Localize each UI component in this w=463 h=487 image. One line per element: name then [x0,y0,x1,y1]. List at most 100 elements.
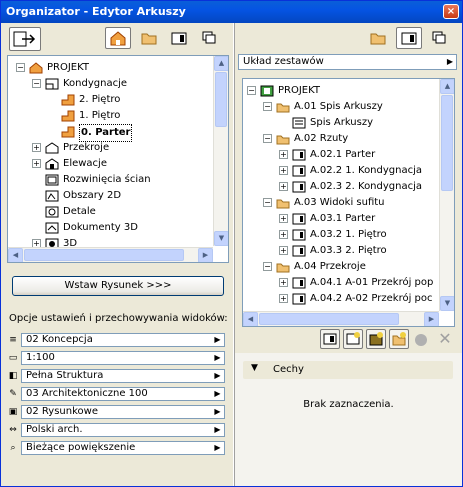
scroll-left-arrow[interactable]: ◀ [243,312,258,326]
tree-horizontal-scrollbar[interactable]: ◀ ▶ [8,247,213,262]
tree-item[interactable]: Detale [8,204,208,220]
tree-item[interactable]: Obszary 2D [8,188,208,204]
layout-tree-item[interactable]: + A.02.3 2. Kondygnacja [243,179,439,195]
view-map-tab[interactable] [136,27,162,49]
tree-item-label: 1. Piętro [79,110,121,121]
right-publisher-tab[interactable] [426,27,452,49]
collapse-icon[interactable]: − [16,63,25,72]
scroll-up-arrow[interactable]: ▲ [214,56,228,71]
view-option-value: Pełna Struktura [26,370,104,381]
folder-icon [276,101,290,113]
collapse-icon[interactable]: − [263,134,272,143]
scroll-down-arrow[interactable]: ▼ [440,296,454,311]
expand-icon[interactable]: + [32,143,41,152]
layout-tree-horizontal-scrollbar[interactable]: ◀ ▶ [243,311,439,326]
tree-item-label: Obszary 2D [63,190,122,201]
tree-item[interactable]: 2. Piętro [8,92,208,108]
layout-tree-item-label: A.01 Spis Arkuszy [294,101,383,112]
tree-item[interactable]: Rozwinięcia ścian [8,172,208,188]
tree-item[interactable]: + Przekroje [8,140,208,156]
delete-icon[interactable]: ✕ [436,329,454,349]
view-option-dropdown[interactable]: 1:100 ▶ [21,351,225,365]
set-layout-dropdown[interactable]: Układ zestawów ▶ [238,54,457,70]
layout-tree-item[interactable]: + A.03.2 1. Piętro [243,227,439,243]
hscroll-thumb[interactable] [24,249,184,261]
layout-tree-item[interactable]: − PROJEKT [243,83,439,99]
layout-tree-item[interactable]: − A.03 Widoki sufitu [243,195,439,211]
view-option-dropdown[interactable]: Pełna Struktura ▶ [21,369,225,383]
close-button[interactable]: × [443,4,459,19]
tree-item-label: Rozwinięcia ścian [63,174,151,185]
navigator-mode-button[interactable] [9,27,41,51]
new-layout-button[interactable] [320,329,340,349]
project-map-tab[interactable] [105,27,131,49]
collapse-icon[interactable]: − [247,86,256,95]
layout-tree-item[interactable]: + A.03.3 2. Piętro [243,243,439,259]
layout-tree-vertical-scrollbar[interactable]: ▲ ▼ [439,79,454,311]
tree-item[interactable]: Dokumenty 3D [8,220,208,236]
expand-icon[interactable]: + [279,246,288,255]
tree-item[interactable]: 0. Parter [8,124,208,142]
expand-icon[interactable]: + [279,166,288,175]
expand-icon[interactable]: + [279,278,288,287]
scroll-thumb[interactable] [215,72,227,127]
view-option-dropdown[interactable]: 02 Koncepcja ▶ [21,333,225,347]
doc3d-icon [45,222,59,234]
right-layout-book-tab[interactable] [396,27,422,49]
layout-tree-item[interactable]: − A.04 Przekroje [243,259,439,275]
record-icon[interactable] [415,334,427,346]
layout-tree-item[interactable]: Spis Arkuszy [243,115,439,131]
collapse-icon[interactable]: − [263,102,272,111]
new-folder-button[interactable] [389,329,409,349]
story-icon [61,110,75,122]
scroll-down-arrow[interactable]: ▼ [214,231,228,246]
collapse-icon[interactable]: − [263,198,272,207]
project-tree: − PROJEKT − Kondygnacje 2. Piętro 1. Piętro 0.… [7,55,229,263]
tree-vertical-scrollbar[interactable]: ▲ ▼ [213,56,228,246]
scroll-left-arrow[interactable]: ◀ [8,248,23,262]
dropdown-arrow-icon: ▶ [214,425,221,434]
tree-item[interactable]: − Kondygnacje [8,76,208,92]
layout-tree-item[interactable]: + A.02.1 Parter [243,147,439,163]
features-header[interactable]: ▼ Cechy [243,361,453,379]
view-option-dropdown[interactable]: Bieżące powiększenie ▶ [21,441,225,455]
place-drawing-button[interactable]: Wstaw Rysunek >>> [12,276,224,296]
scroll-right-arrow[interactable]: ▶ [198,248,213,262]
right-view-map-tab[interactable] [365,27,391,49]
new-master-button[interactable] [343,329,363,349]
tree-item[interactable]: − PROJEKT [8,60,208,76]
new-subset-button[interactable] [366,329,386,349]
elevation-icon [45,158,59,170]
view-option-dropdown[interactable]: Polski arch. ▶ [21,423,225,437]
collapse-icon[interactable]: − [263,262,272,271]
dim-icon: ⇔ [9,425,17,435]
layout-tree-item[interactable]: + A.04.2 A-02 Przekrój poc [243,291,439,307]
layout-tree-item[interactable]: + A.03.1 Parter [243,211,439,227]
layout-tree-item-label: A.02 Rzuty [294,133,349,144]
expand-icon[interactable]: + [279,214,288,223]
hscroll-thumb[interactable] [259,313,399,325]
expand-icon[interactable]: + [32,159,41,168]
collapse-icon[interactable]: − [32,79,41,88]
scroll-right-arrow[interactable]: ▶ [424,312,439,326]
dropdown-arrow-icon: ▶ [214,335,221,344]
layout-tree-item[interactable]: + A.04.1 A-01 Przekrój pop [243,275,439,291]
expand-icon[interactable]: + [279,182,288,191]
tree-item[interactable]: + Elewacje [8,156,208,172]
publisher-tab[interactable] [196,27,222,49]
layout-book-tab[interactable] [166,27,192,49]
expand-icon[interactable]: + [279,230,288,239]
scroll-up-arrow[interactable]: ▲ [440,79,454,94]
layout-tree-item[interactable]: − A.02 Rzuty [243,131,439,147]
view-option-dropdown[interactable]: 03 Architektoniczne 100 ▶ [21,387,225,401]
view-option-dropdown[interactable]: 02 Rysunkowe ▶ [21,405,225,419]
house-icon [110,31,126,46]
expand-icon[interactable]: + [279,294,288,303]
tree-item[interactable]: 1. Piętro [8,108,208,124]
expand-icon[interactable]: + [279,150,288,159]
view-option-value: Bieżące powiększenie [26,442,136,453]
view-option-value: 1:100 [26,352,55,363]
layout-tree-item[interactable]: − A.01 Spis Arkuszy [243,99,439,115]
layout-tree-item[interactable]: + A.02.2 1. Kondygnacja [243,163,439,179]
scroll-thumb[interactable] [441,95,453,191]
